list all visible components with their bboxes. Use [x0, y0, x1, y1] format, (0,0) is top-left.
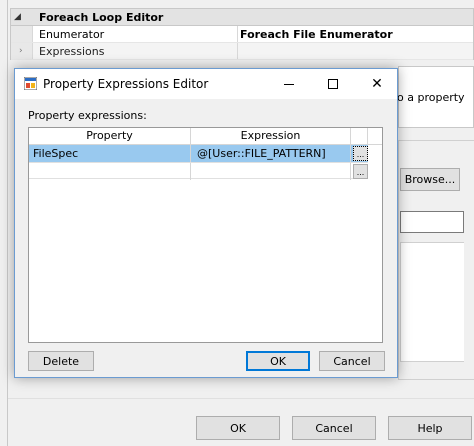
- property-grid-category: Foreach Loop Editor: [39, 11, 164, 24]
- property-cell-empty[interactable]: [29, 163, 191, 180]
- background-textbox[interactable]: [400, 211, 464, 233]
- delete-button[interactable]: Delete: [28, 351, 94, 371]
- grid-header: Property Expression: [29, 128, 382, 145]
- background-list: [400, 242, 464, 362]
- divider: [8, 398, 474, 399]
- property-name: Expressions: [39, 45, 105, 58]
- column-header-button: [351, 128, 368, 145]
- property-row-enumerator[interactable]: Enumerator Foreach File Enumerator: [11, 26, 473, 43]
- column-header-property[interactable]: Property: [29, 128, 191, 145]
- close-button[interactable]: ✕: [355, 69, 399, 99]
- dialog-titlebar[interactable]: Property Expressions Editor ✕: [15, 69, 397, 99]
- expand-icon[interactable]: ›: [19, 46, 23, 56]
- cancel-button[interactable]: Cancel: [319, 351, 385, 371]
- expression-cell[interactable]: @[User::FILE_PATTERN]: [191, 145, 351, 162]
- ok-button-main[interactable]: OK: [196, 416, 280, 440]
- ok-button[interactable]: OK: [246, 351, 310, 371]
- minimize-button[interactable]: [267, 69, 311, 99]
- maximize-button[interactable]: [311, 69, 355, 99]
- property-name: Enumerator: [39, 28, 105, 41]
- background-panel-text: o a property: [397, 91, 465, 104]
- maximize-icon: [328, 79, 338, 89]
- expression-cell-empty[interactable]: [191, 163, 351, 180]
- property-row-expressions[interactable]: › Expressions: [11, 43, 473, 60]
- expression-builder-button[interactable]: ...: [353, 146, 368, 161]
- browse-button[interactable]: Browse...: [400, 168, 460, 191]
- dialog-app-icon: [24, 77, 37, 90]
- expression-builder-button-new[interactable]: ...: [353, 164, 368, 179]
- expressions-grid: Property Expression FileSpec @[User::FIL…: [28, 127, 383, 343]
- close-icon: ✕: [371, 76, 383, 92]
- cancel-button-main[interactable]: Cancel: [292, 416, 376, 440]
- minimize-icon: [284, 83, 294, 85]
- help-button[interactable]: Help: [388, 416, 472, 440]
- table-row-new[interactable]: [29, 162, 368, 180]
- property-grid: ◢ Foreach Loop Editor Enumerator Foreach…: [10, 8, 474, 60]
- property-value[interactable]: Foreach File Enumerator: [237, 26, 474, 42]
- left-strip: [0, 0, 8, 446]
- property-value[interactable]: [237, 43, 474, 59]
- table-row[interactable]: FileSpec @[User::FILE_PATTERN]: [29, 145, 368, 162]
- property-cell[interactable]: FileSpec: [29, 145, 191, 162]
- dialog-title: Property Expressions Editor: [43, 77, 209, 91]
- property-expressions-label: Property expressions:: [28, 109, 147, 122]
- property-grid-header[interactable]: ◢ Foreach Loop Editor: [11, 9, 473, 26]
- collapse-icon[interactable]: ◢: [14, 12, 24, 22]
- property-expressions-dialog: Property Expressions Editor ✕ Property e…: [14, 68, 398, 378]
- column-header-expression[interactable]: Expression: [191, 128, 351, 145]
